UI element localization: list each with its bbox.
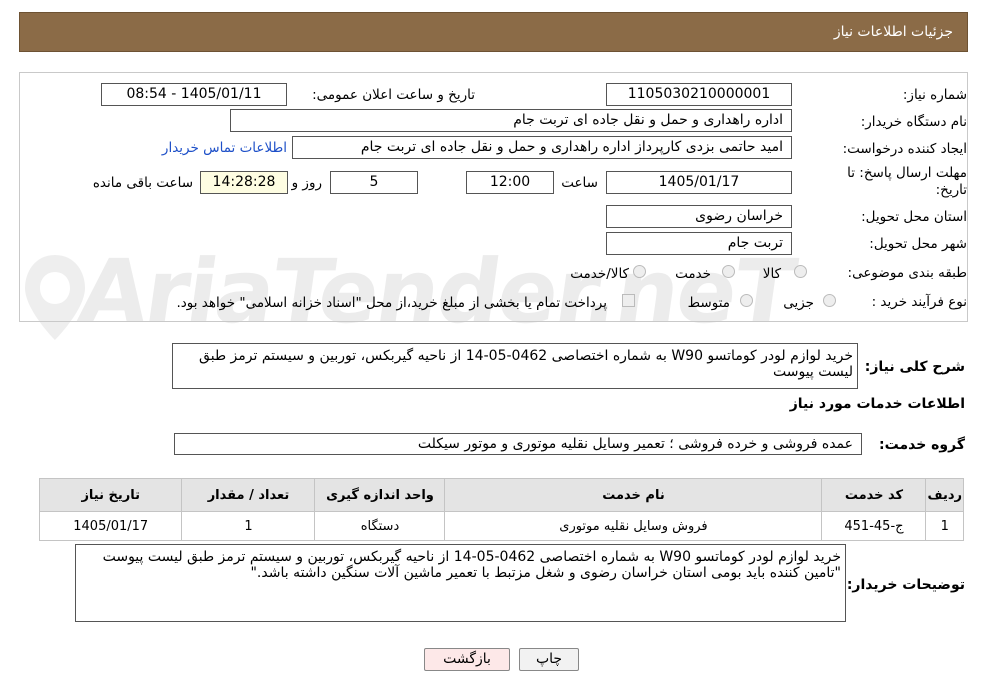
process-medium-label: متوسط xyxy=(687,295,730,311)
service-group-label: گروه خدمت: xyxy=(879,437,965,453)
category-service-label: خدمت xyxy=(675,266,711,282)
cell-row-number: 1 xyxy=(925,511,964,541)
process-minor-radio[interactable] xyxy=(823,294,836,307)
table-row: 1 ج-45-451 فروش وسایل نقلیه موتوری دستگا… xyxy=(38,511,964,541)
cell-service-code: ج-45-451 xyxy=(821,511,927,541)
treasury-payment-checkbox[interactable] xyxy=(622,294,635,307)
category-goods-label: کالا xyxy=(762,266,781,282)
treasury-payment-note: پرداخت تمام یا بخشی از مبلغ خرید،از محل … xyxy=(176,295,607,311)
category-label: طبقه بندی موضوعی: xyxy=(847,265,967,281)
col-unit: واحد اندازه گیری xyxy=(314,478,446,512)
buyer-notes-label: توضیحات خریدار: xyxy=(846,577,965,593)
cell-quantity: 1 xyxy=(181,511,316,541)
deadline-label: مهلت ارسال پاسخ: تا تاریخ: xyxy=(847,165,967,198)
services-section-title: اطلاعات خدمات مورد نیاز xyxy=(789,396,965,412)
col-need-date: تاریخ نیاز xyxy=(38,478,183,512)
remaining-time-field: 14:28:28 xyxy=(200,171,288,194)
col-row-number: ردیف xyxy=(925,478,964,512)
category-service-radio[interactable] xyxy=(722,265,735,278)
buyer-contact-link[interactable]: اطلاعات تماس خریدار xyxy=(162,140,287,156)
need-number-field[interactable]: 1105030210000001 xyxy=(606,83,792,106)
cell-service-name: فروش وسایل نقلیه موتوری xyxy=(444,511,823,541)
buyer-notes-line-2: "تامین کننده باید بومی استان خراسان رضوی… xyxy=(250,565,841,581)
announce-datetime-field[interactable]: 1405/01/11 - 08:54 xyxy=(101,83,287,106)
deadline-time-label: ساعت xyxy=(561,175,598,191)
buyer-notes-line-1: خرید لوازم لودر کوماتسو W90 به شماره اخت… xyxy=(102,549,841,565)
col-quantity: تعداد / مقدار xyxy=(181,478,316,512)
services-table: ردیف کد خدمت نام خدمت واحد اندازه گیری ت… xyxy=(38,478,964,541)
service-group-field[interactable]: عمده فروشی و خرده فروشی ؛ تعمیر وسایل نق… xyxy=(174,433,862,455)
page-header: جزئیات اطلاعات نیاز xyxy=(19,12,968,52)
process-type-label: نوع فرآیند خرید : xyxy=(871,294,967,310)
creator-label: ایجاد کننده درخواست: xyxy=(842,141,967,157)
deadline-date-field[interactable]: 1405/01/17 xyxy=(606,171,792,194)
creator-field[interactable]: امید حاتمی بزدی کارپرداز اداره راهداری و… xyxy=(292,136,792,159)
category-goods-radio[interactable] xyxy=(794,265,807,278)
summary-label: شرح کلی نیاز: xyxy=(864,359,965,375)
process-minor-label: جزیی xyxy=(783,295,814,311)
days-remaining-field[interactable]: 5 xyxy=(330,171,418,194)
process-medium-radio[interactable] xyxy=(740,294,753,307)
province-field[interactable]: خراسان رضوی xyxy=(606,205,792,228)
city-label: شهر محل تحویل: xyxy=(869,236,967,252)
category-goods-service-label: کالا/خدمت xyxy=(570,266,629,282)
need-number-label: شماره نیاز: xyxy=(902,87,967,103)
announce-label: تاریخ و ساعت اعلان عمومی: xyxy=(312,87,475,103)
summary-textarea[interactable]: خرید لوازم لودر کوماتسو W90 به شماره اخت… xyxy=(172,343,858,389)
remaining-time-label: ساعت باقی مانده xyxy=(92,175,193,191)
deadline-time-field[interactable]: 12:00 xyxy=(466,171,554,194)
days-label: روز و xyxy=(291,175,322,191)
buyer-org-label: نام دستگاه خریدار: xyxy=(860,114,967,130)
buyer-notes-textarea[interactable]: خرید لوازم لودر کوماتسو W90 به شماره اخت… xyxy=(75,544,846,622)
cell-unit: دستگاه xyxy=(314,511,446,541)
print-button[interactable]: چاپ xyxy=(519,648,579,671)
city-field[interactable]: تربت جام xyxy=(606,232,792,255)
province-label: استان محل تحویل: xyxy=(861,209,967,225)
page-title: جزئیات اطلاعات نیاز xyxy=(833,24,953,40)
cell-need-date: 1405/01/17 xyxy=(38,511,183,541)
back-button[interactable]: بازگشت xyxy=(424,648,510,671)
buyer-org-field[interactable]: اداره راهداری و حمل و نقل جاده ای تربت ج… xyxy=(230,109,792,132)
col-service-name: نام خدمت xyxy=(444,478,823,512)
col-service-code: کد خدمت xyxy=(821,478,927,512)
category-goods-service-radio[interactable] xyxy=(633,265,646,278)
